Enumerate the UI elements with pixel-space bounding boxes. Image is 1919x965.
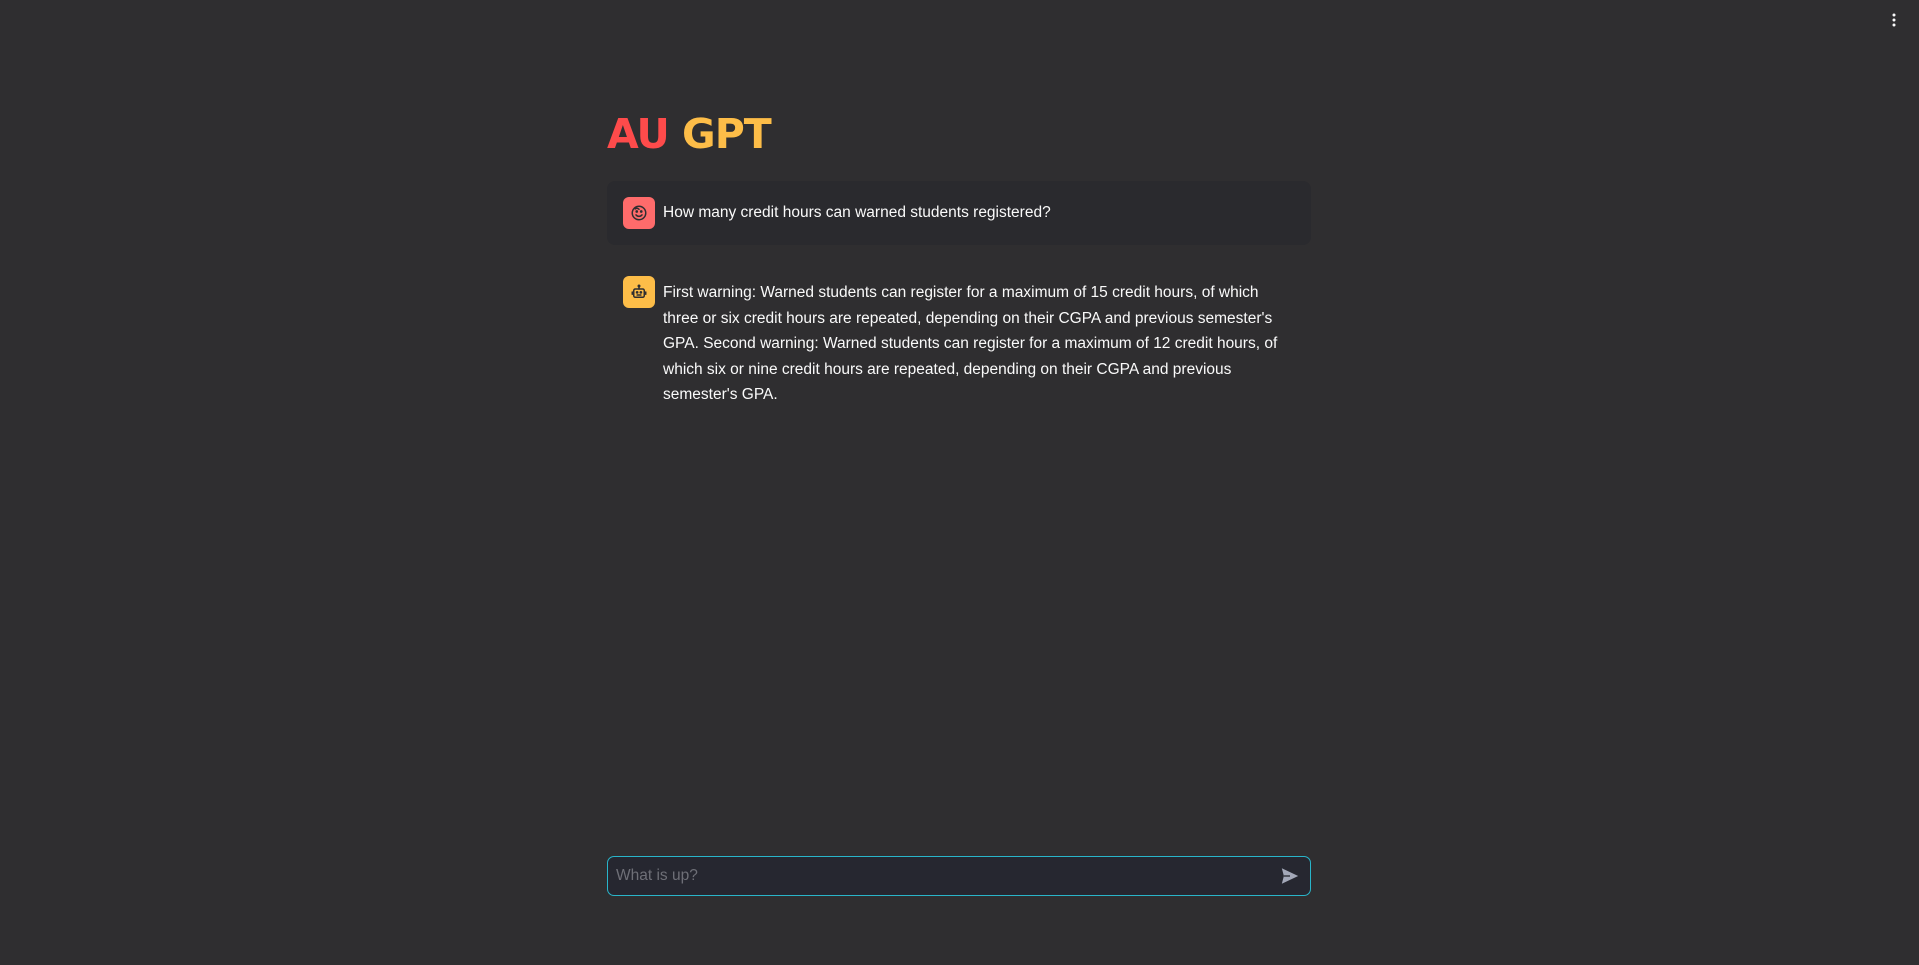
app-root: AU GPT How many credit hours can warned …	[0, 0, 1919, 965]
title-part-au: AU	[607, 110, 670, 158]
send-icon	[1281, 868, 1299, 884]
page-title: AU GPT	[607, 110, 772, 158]
title-part-gpt: GPT	[682, 110, 772, 158]
assistant-avatar	[623, 276, 655, 308]
user-message-text: How many credit hours can warned student…	[663, 204, 1051, 222]
chat-message-assistant: First warning: Warned students can regis…	[607, 260, 1311, 424]
chat-input[interactable]	[608, 867, 1270, 885]
send-button[interactable]	[1270, 857, 1310, 895]
main-menu-button[interactable]	[1883, 8, 1905, 32]
robot-icon	[631, 284, 647, 298]
chat-message-user: How many credit hours can warned student…	[607, 181, 1311, 245]
chat-input-container	[607, 856, 1311, 896]
vertical-ellipsis-icon	[1892, 13, 1896, 27]
user-avatar	[623, 197, 655, 229]
assistant-message-text: First warning: Warned students can regis…	[663, 284, 1278, 404]
face-smile-icon	[631, 205, 647, 221]
